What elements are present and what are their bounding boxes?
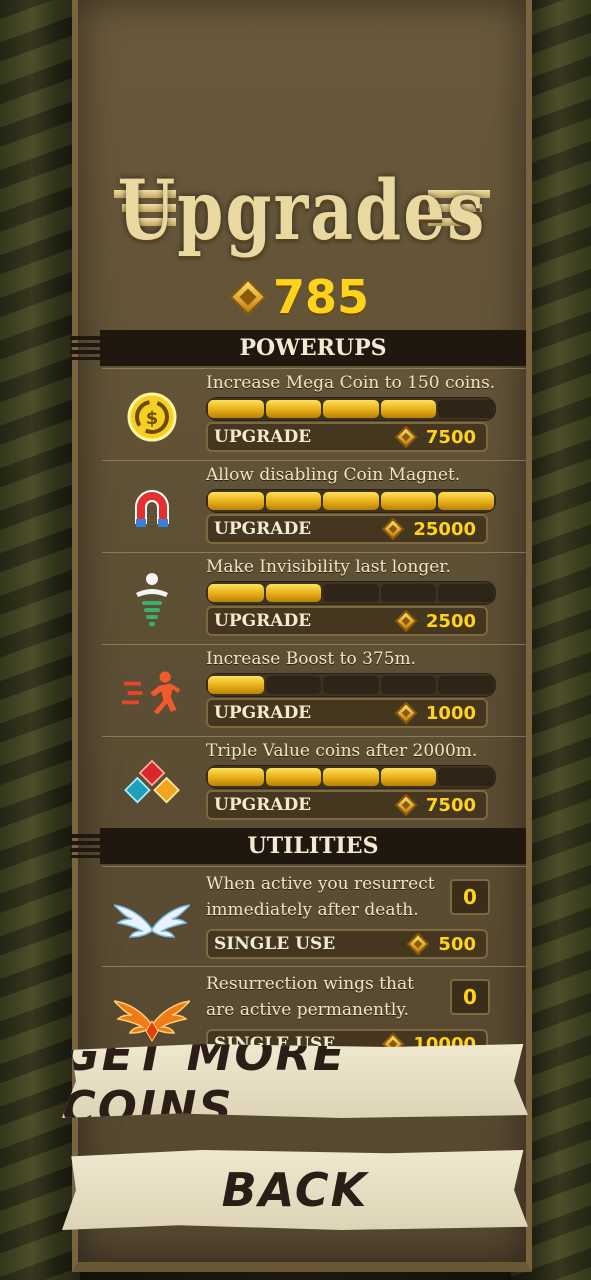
upgrade-price: 7500 (425, 426, 476, 448)
upgrade-button-label: UPGRADE (214, 795, 312, 815)
upgrade-progress-bar (206, 673, 496, 697)
coin-icon (229, 278, 267, 316)
page-title: Upgrades (117, 161, 487, 259)
progress-segment-filled (380, 768, 437, 786)
upgrade-progress-bar (206, 581, 496, 605)
coin-icon (394, 425, 418, 449)
utility-price: 500 (438, 933, 476, 955)
upgrade-price: 7500 (425, 794, 476, 816)
progress-segment-filled (323, 492, 379, 510)
powerup-description: Allow disabling Coin Magnet. (206, 465, 461, 485)
progress-segment-filled (265, 492, 322, 510)
progress-segment-filled (208, 676, 264, 694)
back-button[interactable]: BACK (62, 1150, 528, 1230)
gems-icon (122, 755, 182, 815)
upgrade-progress-bar (206, 765, 496, 789)
progress-segment-empty (323, 584, 379, 602)
utility-description: When active you resurrect immediately af… (206, 874, 435, 920)
progress-segment-filled (208, 400, 264, 418)
upgrade-button[interactable]: UPGRADE 2500 (206, 606, 488, 636)
progress-segment-empty (438, 400, 494, 418)
progress-segment-empty (380, 676, 437, 694)
progress-segment-filled (438, 492, 494, 510)
white-wings-icon (114, 889, 190, 949)
utility-row-resurrect: When active you resurrect immediately af… (102, 866, 526, 967)
upgrade-progress-bar (206, 489, 496, 513)
progress-segment-filled (265, 400, 322, 418)
progress-segment-filled (323, 768, 379, 786)
buy-single-use-button[interactable]: SINGLE USE 500 (206, 929, 488, 959)
coin-magnet-icon (122, 479, 182, 539)
mega-coin-icon: $ (122, 387, 182, 447)
section-header-powerups: POWERUPS (70, 330, 526, 366)
progress-segment-filled (265, 584, 322, 602)
upgrade-button[interactable]: UPGRADE 7500 (206, 422, 488, 452)
powerup-row-invisibility: Make Invisibility last longer. UPGRADE 2… (102, 552, 526, 645)
upgrade-price: 2500 (425, 610, 476, 632)
progress-segment-empty (438, 768, 494, 786)
coin-icon (394, 701, 418, 725)
upgrade-price: 1000 (425, 702, 476, 724)
coin-balance: 785 (78, 270, 526, 324)
utility-owned-count: 0 (450, 879, 490, 915)
upgrade-button[interactable]: UPGRADE 1000 (206, 698, 488, 728)
coin-count: 785 (272, 270, 370, 324)
progress-segment-empty (265, 676, 322, 694)
fire-wings-icon (114, 989, 190, 1049)
upgrade-button-label: UPGRADE (214, 519, 312, 539)
progress-segment-empty (438, 676, 494, 694)
utility-description: Resurrection wings that are active perma… (206, 974, 414, 1020)
upgrade-price: 25000 (413, 518, 476, 540)
coin-icon (382, 517, 405, 541)
boost-runner-icon (122, 663, 182, 723)
section-header-utilities: UTILITIES (70, 828, 526, 864)
utility-row-permanent-wings: Resurrection wings that are active perma… (102, 966, 526, 1053)
coin-icon (394, 793, 418, 817)
svg-text:$: $ (146, 408, 159, 429)
progress-segment-empty (323, 676, 379, 694)
coin-icon (394, 609, 418, 633)
upgrade-button-label: UPGRADE (214, 427, 312, 447)
upgrade-button-label: UPGRADE (214, 611, 312, 631)
powerup-row-coin-magnet: Allow disabling Coin Magnet. UPGRADE 250… (102, 460, 526, 553)
progress-segment-empty (380, 584, 437, 602)
powerup-description: Make Invisibility last longer. (206, 557, 451, 577)
powerup-row-mega-coin: $ Increase Mega Coin to 150 coins. UPGRA… (102, 368, 526, 461)
progress-segment-filled (208, 492, 264, 510)
invisibility-icon (122, 571, 182, 631)
progress-segment-filled (265, 768, 322, 786)
powerup-description: Increase Boost to 375m. (206, 649, 417, 669)
upgrade-button[interactable]: UPGRADE 25000 (206, 514, 488, 544)
progress-segment-filled (323, 400, 379, 418)
get-more-coins-button[interactable]: GET MORE COINS (62, 1044, 528, 1118)
buy-button-label: SINGLE USE (214, 934, 336, 954)
progress-segment-filled (208, 584, 264, 602)
upgrade-button[interactable]: UPGRADE 7500 (206, 790, 488, 820)
progress-segment-filled (208, 768, 264, 786)
utility-owned-count: 0 (450, 979, 490, 1015)
progress-segment-empty (438, 584, 494, 602)
powerup-row-triple-value: Triple Value coins after 2000m. UPGRADE … (102, 736, 526, 829)
progress-segment-filled (380, 400, 437, 418)
powerup-row-boost: Increase Boost to 375m. UPGRADE 1000 (102, 644, 526, 737)
powerup-description: Triple Value coins after 2000m. (206, 741, 478, 761)
upgrade-progress-bar (206, 397, 496, 421)
progress-segment-filled (380, 492, 437, 510)
upgrade-button-label: UPGRADE (214, 703, 312, 723)
coin-icon (407, 932, 430, 956)
powerup-description: Increase Mega Coin to 150 coins. (206, 373, 496, 393)
jungle-background-left (0, 0, 80, 1280)
